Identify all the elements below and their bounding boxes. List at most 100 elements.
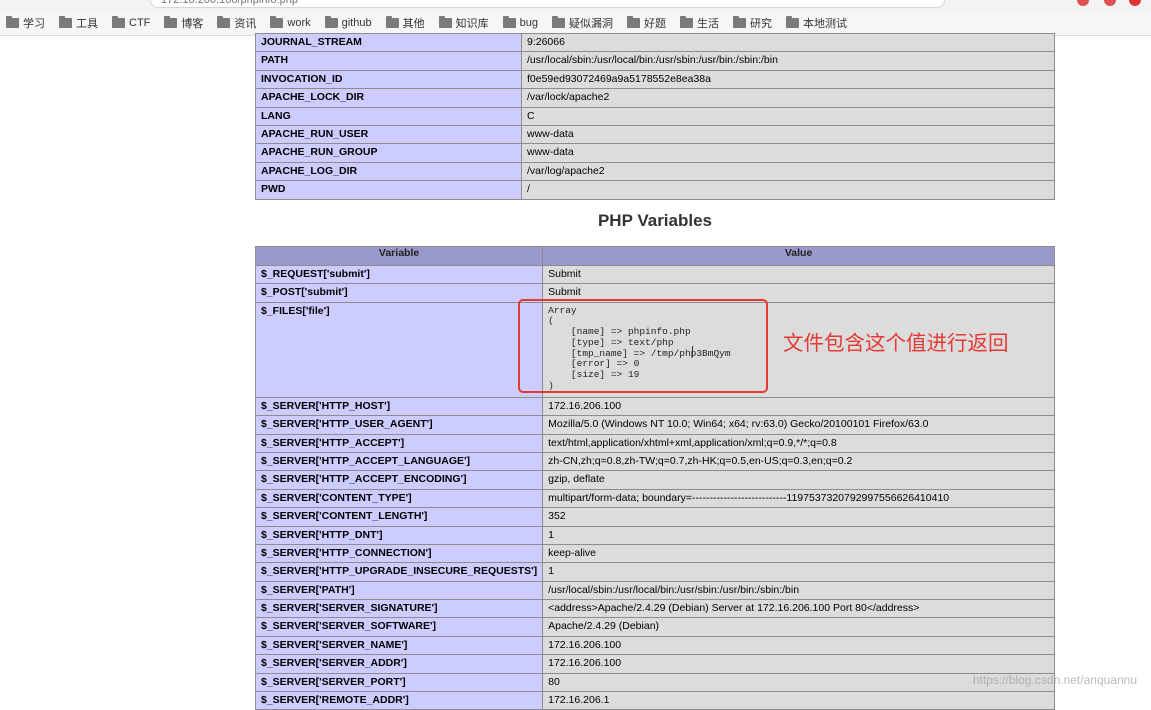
variable-name-cell: $_SERVER['HTTP_HOST']: [254, 396, 544, 417]
variable-value-cell: zh-CN,zh;q=0.8,zh-TW;q=0.7,zh-HK;q=0.5,e…: [542, 451, 1055, 472]
env-value-cell: /: [521, 180, 1055, 200]
bookmark-item[interactable]: 工具: [59, 15, 98, 31]
bookmark-item[interactable]: 本地测试: [785, 15, 847, 31]
env-name-cell: PWD: [255, 180, 522, 200]
folder-icon: [324, 15, 338, 28]
variable-name-cell: $_SERVER['HTTP_ACCEPT']: [254, 433, 544, 453]
table-row: $_SERVER['PATH']/usr/local/sbin:/usr/loc…: [254, 580, 1055, 601]
extension-icon[interactable]: [1104, 0, 1116, 6]
folder-icon: [626, 15, 640, 28]
bookmark-item[interactable]: 博客: [164, 15, 203, 31]
bookmark-item[interactable]: 学习: [6, 15, 45, 31]
variable-name-cell: $_SERVER['HTTP_ACCEPT_LANGUAGE']: [254, 451, 544, 472]
address-bar[interactable]: 172.16.206.100/phpinfo.php: [150, 0, 945, 8]
bookmark-label: 疑似漏洞: [568, 17, 613, 30]
table-row: APACHE_RUN_USER www-data: [255, 124, 1055, 145]
table-row: $_SERVER['REMOTE_ADDR'] 172.16.206.1: [254, 691, 1055, 710]
table-row: $_SERVER['SERVER_SIGNATURE'] <address>Apa…: [254, 599, 1055, 619]
folder-icon: [59, 15, 72, 28]
bookmark-label: github: [341, 16, 372, 29]
bookmark-label: 本地测试: [802, 17, 847, 30]
variable-value-cell: multipart/form-data; boundary=----------…: [542, 488, 1055, 509]
table-row: $_SERVER['SERVER_SOFTWARE'] Apache/2.4.29…: [254, 617, 1055, 637]
php-variables-heading: PHP Variables: [597, 211, 713, 230]
table-row: JOURNAL_STREAM 9:26066: [255, 32, 1055, 53]
bookmark-item[interactable]: work: [270, 15, 311, 29]
table-row: $_SERVER['HTTP_UPGRADE_INSECURE_REQUESTS…: [254, 562, 1055, 582]
env-name-cell: APACHE_RUN_GROUP: [255, 143, 522, 163]
variable-value-cell: text/html,application/xhtml+xml,applicat…: [542, 433, 1055, 453]
variable-value-cell: Apache/2.4.29 (Debian): [542, 617, 1055, 637]
bookmark-label: 知识库: [455, 17, 489, 30]
env-value-cell: f0e59ed93072469a9a5178552e8ea38a: [521, 69, 1055, 90]
env-name-cell: PATH: [255, 51, 522, 71]
variable-name-cell: $_SERVER['HTTP_CONNECTION']: [254, 543, 544, 564]
bookmark-item[interactable]: 疑似漏洞: [551, 15, 613, 31]
annotation-text: 文件包含这个值进行返回: [783, 332, 1009, 355]
table-row: LANG C: [255, 106, 1055, 126]
variable-value-cell: keep-alive: [542, 543, 1055, 564]
variable-value-cell: 172.16.206.100: [542, 635, 1055, 656]
variable-name-cell: $_SERVER['HTTP_UPGRADE_INSECURE_REQUESTS…: [254, 562, 544, 582]
variable-value-cell: Mozilla/5.0 (Windows NT 10.0; Win64; x64…: [542, 415, 1055, 435]
text-cursor: [692, 346, 693, 357]
bookmark-label: 资讯: [234, 17, 257, 30]
variable-value-cell: /usr/local/sbin:/usr/local/bin:/usr/sbin…: [542, 580, 1055, 601]
bookmark-item[interactable]: 其他: [385, 15, 425, 31]
env-name-cell: LANG: [255, 106, 522, 126]
bookmark-item[interactable]: CTF: [112, 15, 150, 29]
variable-name-cell: $_SERVER['HTTP_ACCEPT_ENCODING']: [254, 470, 544, 490]
folder-icon: [551, 15, 565, 28]
variable-name-cell: $_SERVER['SERVER_SOFTWARE']: [254, 617, 544, 637]
value-column-header: Value: [542, 246, 1055, 266]
table-row: PWD /: [255, 180, 1055, 200]
bookmark-label: 研究: [749, 17, 772, 30]
variable-column-header: Variable: [254, 246, 544, 266]
bookmark-item[interactable]: 好题: [626, 15, 666, 31]
bookmark-item[interactable]: 知识库: [438, 15, 489, 31]
bookmark-label: work: [287, 16, 311, 29]
table-row: $_SERVER['HTTP_ACCEPT'] text/html,applica…: [254, 433, 1055, 453]
bookmark-label: 好题: [643, 17, 666, 30]
table-row: APACHE_LOG_DIR/var/log/apache2: [255, 161, 1055, 182]
table-row: $_SERVER['CONTENT_LENGTH'] 352: [254, 507, 1055, 527]
bookmark-item[interactable]: 资讯: [217, 15, 256, 31]
variable-name-cell: $_SERVER['HTTP_DNT']: [254, 525, 544, 545]
variable-value-cell: 172.16.206.100: [542, 654, 1055, 674]
table-row: APACHE_LOCK_DIR/var/lock/apache2: [255, 88, 1055, 108]
env-name-cell: INVOCATION_ID: [255, 69, 522, 90]
table-row: $_SERVER['HTTP_ACCEPT_LANGUAGE'] zh-CN,zh…: [254, 451, 1055, 472]
folder-icon: [217, 15, 231, 28]
bookmark-item[interactable]: github: [324, 15, 372, 29]
bookmark-item[interactable]: bug: [502, 15, 538, 29]
folder-icon: [732, 15, 746, 28]
variable-name-cell: $_REQUEST['submit']: [254, 264, 544, 285]
bookmark-item[interactable]: 研究: [732, 15, 772, 31]
extension-icon[interactable]: [1077, 0, 1089, 6]
bookmark-item[interactable]: 生活: [679, 15, 719, 31]
variable-name-cell: $_POST['submit']: [254, 283, 544, 303]
folder-icon: [785, 15, 799, 28]
extension-icon[interactable]: [1129, 0, 1141, 6]
folder-icon: [6, 15, 19, 28]
env-value-cell: 9:26066: [521, 32, 1055, 53]
variable-value-cell: 1: [542, 562, 1055, 582]
env-name-cell: APACHE_LOCK_DIR: [255, 88, 522, 108]
variable-name-cell: $_SERVER['SERVER_ADDR']: [254, 654, 544, 674]
variable-value-cell: 1: [542, 525, 1055, 545]
table-row: $_SERVER['HTTP_DNT'] 1: [254, 525, 1055, 545]
bookmark-label: 工具: [76, 17, 98, 30]
highlight-box: [518, 299, 768, 393]
env-name-cell: JOURNAL_STREAM: [255, 32, 522, 53]
table-row: $_SERVER['HTTP_CONNECTION'] keep-alive: [254, 543, 1055, 564]
table-row: $_REQUEST['submit'] Submit: [254, 264, 1055, 285]
variable-name-cell: $_SERVER['PATH']: [254, 580, 544, 601]
variable-value-cell: 352: [542, 507, 1055, 527]
bookmark-label: 博客: [181, 17, 204, 30]
folder-icon: [112, 15, 125, 28]
variable-value-cell: gzip, deflate: [542, 470, 1055, 490]
variable-name-cell: $_SERVER['CONTENT_TYPE']: [254, 488, 544, 509]
table-row: $_SERVER['CONTENT_TYPE'] multipart/form-d…: [254, 488, 1055, 509]
variable-name-cell: $_SERVER['CONTENT_LENGTH']: [254, 507, 544, 527]
env-value-cell: /var/log/apache2: [521, 161, 1055, 182]
